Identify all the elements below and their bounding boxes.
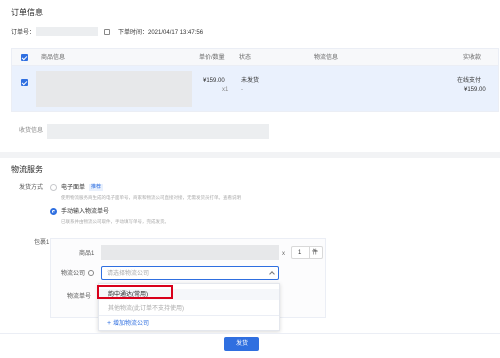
dropdown-option-other: 其他物流(此订单不支持使用) [108, 306, 184, 312]
chevron-up-icon [269, 271, 275, 277]
quantity-divider [309, 247, 310, 258]
multiply-sign: x [282, 251, 285, 257]
plus-icon: + [107, 320, 112, 327]
ship-method-label: 发货方式 [19, 185, 44, 191]
order-section-title: 订单信息 [11, 8, 43, 17]
row-received: ¥159.00 [464, 87, 486, 93]
package-label: 包裹1 [34, 240, 50, 246]
recommend-badge: 推荐 [89, 184, 104, 191]
order-table-header: 商品信息 单价/数量 状态 物流信息 实收款 [11, 48, 499, 66]
company-label: 物流公司 [61, 271, 86, 277]
select-all-checkbox[interactable] [21, 54, 28, 61]
footer-bar: 发货 [0, 333, 500, 358]
product-image [36, 71, 192, 107]
row-checkbox[interactable] [21, 79, 28, 86]
option-electronic-desc: 使用物流服务商生成的电子面单号，商家和物流公司直接对接，无需发货员打单。查看说明 [61, 195, 241, 200]
order-info-card: 订单信息 订单号： 下单时间：2021/04/17 13:47:56 商品信息 … [0, 0, 500, 152]
company-placeholder: 请选择物流公司 [107, 271, 150, 277]
col-status: 状态 [239, 55, 252, 61]
dropdown-divider [99, 315, 279, 316]
order-no-value [36, 27, 98, 36]
col-logistics: 物流信息 [314, 55, 339, 61]
receiver-label: 收货信息 [19, 128, 44, 134]
company-select[interactable]: 请选择物流公司 [101, 266, 279, 280]
product-field [101, 245, 279, 260]
logistics-card: 物流服务 发货方式 电子面单 推荐 使用物流服务商生成的电子面单号，商家和物流公… [0, 158, 500, 333]
row-price: ¥159.00 [203, 78, 225, 84]
row-status-sub: - [241, 87, 243, 93]
tracking-label: 物流单号 [67, 294, 92, 300]
quantity-value: 1 [298, 250, 302, 256]
row-pay-status: 在线支付 [457, 78, 482, 84]
option-manual-desc: 已联系并由物流公司取件，手动填写单号，完成发货。 [61, 219, 169, 224]
highlight-box [97, 285, 173, 299]
receiver-info [47, 124, 269, 139]
option-electronic[interactable]: 电子面单 [61, 185, 85, 191]
product-label: 商品1 [79, 251, 95, 257]
row-qty: x1 [222, 87, 229, 93]
order-no-label: 订单号： [11, 30, 36, 36]
radio-electronic[interactable] [50, 184, 57, 191]
ship-button[interactable]: 发货 [224, 337, 259, 351]
ship-button-label: 发货 [236, 341, 249, 347]
quantity-stepper[interactable]: 1 件 [291, 246, 323, 259]
col-received: 实收款 [463, 55, 482, 61]
table-row: ¥159.00 x1 未发货 - 在线支付 ¥159.00 [11, 66, 499, 112]
help-icon[interactable] [88, 270, 94, 276]
logistics-section-title: 物流服务 [11, 165, 43, 174]
col-price-qty: 单价/数量 [199, 55, 225, 61]
row-status: 未发货 [241, 78, 260, 84]
add-company-link[interactable]: 增加物流公司 [113, 321, 149, 327]
col-product: 商品信息 [41, 55, 66, 61]
quantity-unit: 件 [312, 250, 319, 256]
order-time: 下单时间：2021/04/17 13:47:56 [118, 30, 204, 36]
radio-manual[interactable] [50, 208, 57, 215]
option-manual[interactable]: 手动输入物流单号 [61, 209, 109, 215]
copy-icon[interactable] [104, 29, 110, 35]
